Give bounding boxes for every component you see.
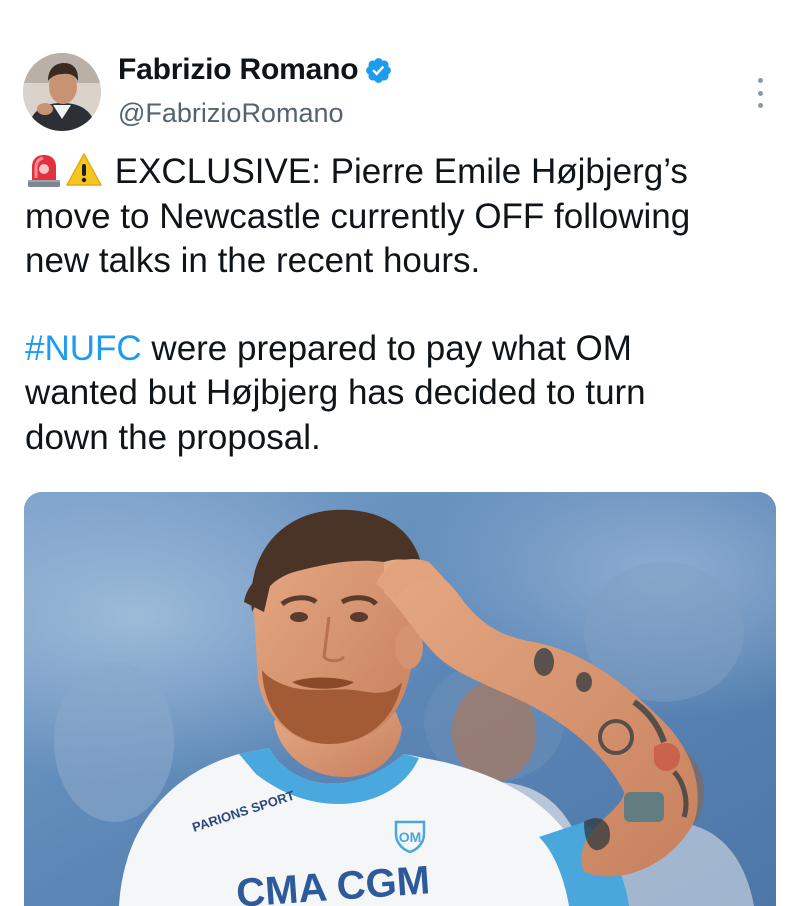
rotating-light-emoji [25, 151, 63, 189]
tweet-text-line-2: move to Newcastle currently OFF followin… [25, 196, 691, 236]
tweet-line-4: #NUFC were prepared to pay what OM [25, 327, 785, 372]
hashtag-link[interactable]: #NUFC [25, 329, 142, 368]
tweet-card[interactable]: Fabrizio Romano @FabrizioRomano EXCLUSIV… [0, 0, 800, 906]
tweet-text-line-6: down the proposal. [25, 417, 321, 457]
tweet-text-line-1: EXCLUSIVE: Pierre Emile Højbjerg’s [114, 152, 688, 191]
warning-emoji [65, 151, 103, 189]
author-name-row[interactable]: Fabrizio Romano [118, 50, 393, 90]
tweet-text-line-3: new talks in the recent hours. [25, 241, 481, 280]
author-display-name[interactable]: Fabrizio Romano [118, 53, 359, 87]
tweet-photo[interactable]: OM PARIONS SPORT CMA CGM [24, 492, 776, 906]
tweet-text-line-4: were prepared to pay what OM [141, 328, 632, 368]
author-handle[interactable]: @FabrizioRomano [118, 98, 344, 129]
tweet-line-1: EXCLUSIVE: Pierre Emile Højbjerg’s [25, 150, 785, 195]
tweet-text-line-5: wanted but Højbjerg has decided to turn [25, 373, 646, 412]
svg-text:OM: OM [399, 829, 422, 845]
more-options-icon[interactable] [752, 78, 768, 108]
tweet-text: EXCLUSIVE: Pierre Emile Højbjerg’s move … [25, 150, 785, 460]
avatar[interactable] [23, 53, 101, 131]
verified-badge-icon [364, 56, 393, 85]
